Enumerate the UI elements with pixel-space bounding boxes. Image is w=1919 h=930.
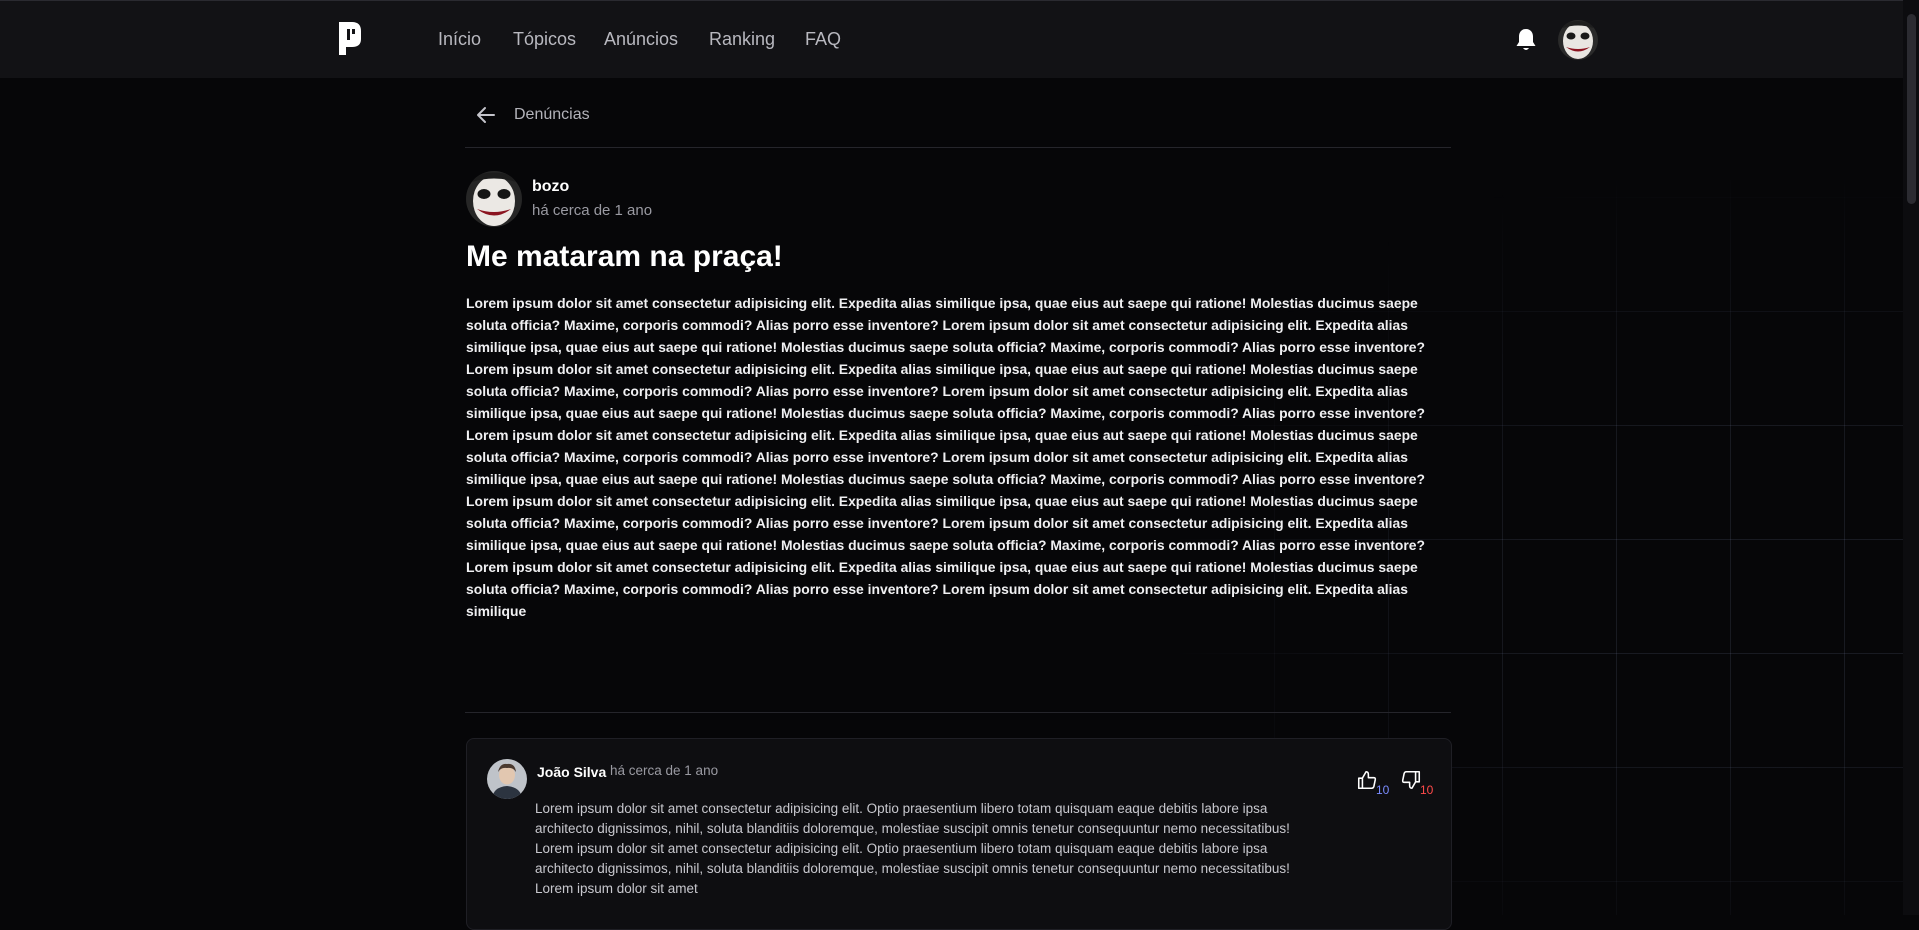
arrow-left-icon[interactable] xyxy=(474,103,498,127)
top-navbar: Início Tópicos Anúncios Ranking FAQ xyxy=(0,0,1903,78)
dislike-count: 10 xyxy=(1420,783,1434,797)
nav-link-inicio[interactable]: Início xyxy=(438,29,481,50)
post-title: Me mataram na praça! xyxy=(466,240,783,273)
joker-avatar xyxy=(466,171,522,227)
comment-author-avatar[interactable] xyxy=(487,759,527,799)
like-count: 10 xyxy=(1376,783,1390,797)
nav-link-ranking[interactable]: Ranking xyxy=(709,29,775,50)
post-author-name[interactable]: bozo xyxy=(532,178,569,196)
bell-icon[interactable] xyxy=(1514,27,1538,53)
comment-author-name[interactable]: João Silva xyxy=(537,764,606,780)
logo-p-icon[interactable] xyxy=(336,20,364,58)
header-divider xyxy=(465,147,1451,148)
nav-link-topicos[interactable]: Tópicos xyxy=(513,29,576,50)
post-author-avatar[interactable] xyxy=(466,171,522,227)
breadcrumb-label[interactable]: Denúncias xyxy=(514,106,590,124)
post-divider xyxy=(465,712,1451,713)
user-avatar[interactable] xyxy=(1558,20,1598,60)
nav-link-anuncios[interactable]: Anúncios xyxy=(604,29,678,50)
post-body: Lorem ipsum dolor sit amet consectetur a… xyxy=(466,295,1425,619)
scrollbar[interactable] xyxy=(1903,0,1919,915)
comment-body: Lorem ipsum dolor sit amet consectetur a… xyxy=(535,801,1290,896)
comment-card: João Silva há cerca de 1 ano Lorem ipsum… xyxy=(466,738,1452,930)
thumbs-up-icon xyxy=(1357,770,1377,790)
joker-avatar xyxy=(1558,20,1598,60)
thumbs-down-icon xyxy=(1401,770,1421,790)
comment-timestamp: há cerca de 1 ano xyxy=(610,763,719,778)
post-timestamp: há cerca de 1 ano xyxy=(532,202,653,219)
nav-link-faq[interactable]: FAQ xyxy=(805,29,841,50)
person-avatar xyxy=(487,759,527,799)
scrollbar-thumb[interactable] xyxy=(1907,14,1916,204)
